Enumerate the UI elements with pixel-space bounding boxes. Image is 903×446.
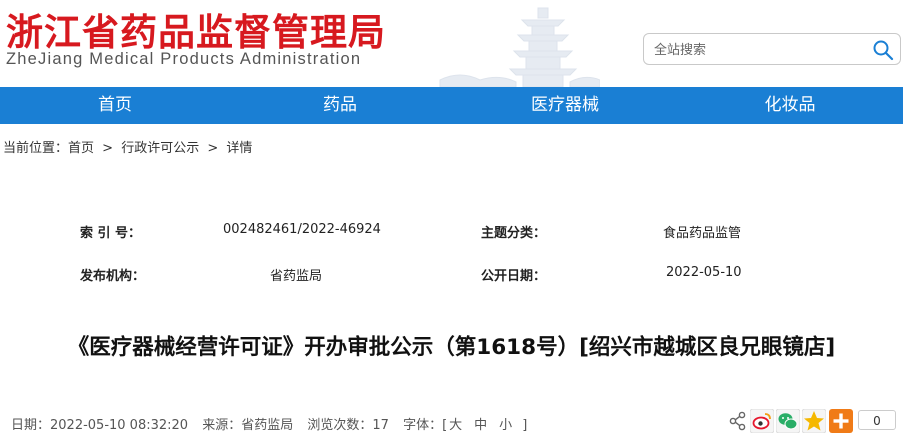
share-count-badge: 0 xyxy=(858,410,896,430)
site-logo-english: ZheJiang Medical Products Administration xyxy=(6,50,362,68)
font-size-prefix: 字体：[ xyxy=(403,418,448,433)
publish-date-label: 公开日期： xyxy=(481,269,547,284)
search-icon[interactable] xyxy=(872,39,894,61)
breadcrumb-separator: > xyxy=(102,141,114,156)
nav-item-drugs[interactable]: 药品 xyxy=(290,87,390,124)
more-icon[interactable] xyxy=(829,409,853,433)
pagoda-watermark-icon xyxy=(439,7,600,87)
topic-label: 主题分类： xyxy=(481,226,547,241)
font-size-small-button[interactable]: 小 xyxy=(499,418,512,433)
nav-item-cosmetics[interactable]: 化妆品 xyxy=(740,87,840,124)
publisher-label: 发布机构： xyxy=(80,269,146,284)
main-nav: 首页 药品 医疗器械 化妆品 xyxy=(0,87,903,124)
share-icon[interactable] xyxy=(728,409,748,433)
breadcrumb: 当前位置：首页 > 行政许可公示 > 详情 xyxy=(3,137,256,156)
breadcrumb-home[interactable]: 首页 xyxy=(68,141,94,156)
index-number-value: 002482461/2022-46924 xyxy=(223,222,381,237)
weibo-icon[interactable] xyxy=(750,409,774,433)
article-info-bar: 日期：2022-05-10 08:32:20 来源：省药监局 浏览次数：17 字… xyxy=(11,414,537,433)
font-size-suffix: ] xyxy=(522,418,528,433)
breadcrumb-admin-license[interactable]: 行政许可公示 xyxy=(121,141,199,156)
site-header: 浙江省药品监督管理局 ZheJiang Medical Products Adm… xyxy=(0,0,903,87)
wechat-icon[interactable] xyxy=(776,409,800,433)
font-size-control: 字体：[大中小] xyxy=(403,418,527,433)
publish-date-value: 2022-05-10 xyxy=(666,265,742,280)
topic-value: 食品药品监管 xyxy=(663,226,742,241)
article-title: 《医疗器械经营许可证》开办审批公示（第1618号）[绍兴市越城区良兄眼镜店] xyxy=(67,335,836,360)
breadcrumb-separator: > xyxy=(207,141,219,156)
qzone-icon[interactable] xyxy=(802,409,826,433)
publisher-value: 省药监局 xyxy=(270,269,323,284)
breadcrumb-current: 详情 xyxy=(226,141,253,156)
font-size-large-button[interactable]: 大 xyxy=(449,418,462,433)
nav-item-medical-devices[interactable]: 医疗器械 xyxy=(505,87,625,124)
nav-item-home[interactable]: 首页 xyxy=(65,87,165,124)
site-logo-chinese[interactable]: 浙江省药品监督管理局 xyxy=(6,2,386,56)
article-source: 来源：省药监局 xyxy=(202,418,294,433)
search-box xyxy=(643,33,901,65)
search-input[interactable] xyxy=(652,38,866,62)
index-number-label: 索 引 号： xyxy=(80,226,142,241)
font-size-medium-button[interactable]: 中 xyxy=(474,418,487,433)
breadcrumb-prefix: 当前位置： xyxy=(3,141,69,156)
article-date: 日期：2022-05-10 08:32:20 xyxy=(11,418,189,433)
article-views: 浏览次数：17 xyxy=(307,418,389,433)
